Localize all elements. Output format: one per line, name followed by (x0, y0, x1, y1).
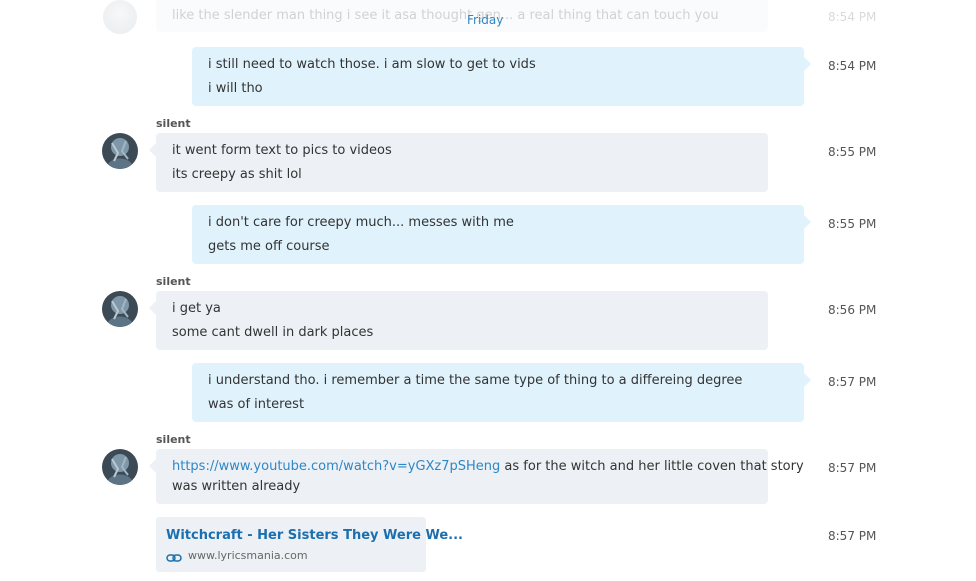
message-time: 8:57 PM (828, 529, 877, 543)
message-time: 8:55 PM (828, 217, 877, 231)
message-text: like the slender man thing i see it asa … (172, 8, 719, 23)
outgoing-message-bubble[interactable]: i understand tho. i remember a time the … (192, 363, 811, 422)
link-preview-domain: www.lyricsmania.com (188, 549, 308, 562)
link-preview-title[interactable]: Witchcraft - Her Sisters They Were We... (166, 528, 463, 543)
message-line: i don't care for creepy much... messes w… (208, 215, 514, 230)
message-time: 8:55 PM (828, 145, 877, 159)
link-icon (166, 549, 182, 562)
message-line: i get ya (172, 301, 221, 316)
incoming-message-bubble[interactable]: https://www.youtube.com/watch?v=yGXz7pSH… (149, 449, 804, 504)
message-line: some cant dwell in dark places (172, 325, 374, 340)
sender-name: silent (156, 117, 191, 130)
avatar[interactable] (102, 449, 138, 485)
message-line: was written already (172, 479, 301, 494)
outgoing-message-bubble[interactable]: i still need to watch those. i am slow t… (192, 47, 811, 106)
outgoing-message-bubble[interactable]: i don't care for creepy much... messes w… (192, 205, 811, 264)
message-line: https://www.youtube.com/watch?v=yGXz7pSH… (172, 459, 804, 474)
message-line: i still need to watch those. i am slow t… (208, 57, 536, 72)
message-line: its creepy as shit lol (172, 167, 302, 182)
avatar (103, 0, 137, 34)
avatar[interactable] (102, 291, 138, 327)
message-text: as for the witch and her little coven th… (500, 459, 804, 474)
youtube-link[interactable]: https://www.youtube.com/watch?v=yGXz7pSH… (172, 459, 500, 474)
message-time: 8:57 PM (828, 375, 877, 389)
message-line: i will tho (208, 81, 263, 96)
incoming-message-bubble[interactable]: i get ya some cant dwell in dark places (149, 291, 768, 350)
message-line: was of interest (208, 397, 305, 412)
avatar[interactable] (102, 133, 138, 169)
message-line: gets me off course (208, 239, 330, 254)
message-bubble: like the slender man thing i see it asa … (156, 0, 768, 32)
sender-name: silent (156, 275, 191, 288)
sender-name: silent (156, 433, 191, 446)
message-line: i understand tho. i remember a time the … (208, 373, 743, 388)
link-preview-card[interactable]: Witchcraft - Her Sisters They Were We...… (156, 517, 463, 572)
message-time: 8:54 PM (828, 59, 877, 73)
message-time: 8:57 PM (828, 461, 877, 475)
incoming-message-bubble[interactable]: it went form text to pics to videos its … (149, 133, 768, 192)
day-divider: Friday (467, 13, 504, 27)
message-line: it went form text to pics to videos (172, 143, 392, 158)
message-time: 8:56 PM (828, 303, 877, 317)
message-time: 8:54 PM (828, 10, 877, 24)
